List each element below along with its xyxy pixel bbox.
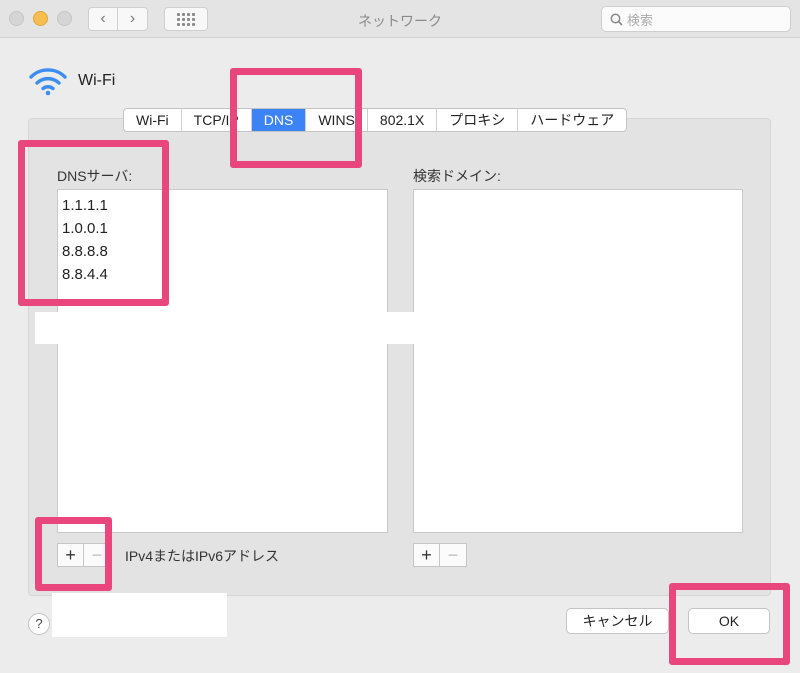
ok-button-highlight [669, 583, 790, 665]
interface-header: Wi-Fi [28, 66, 115, 96]
interface-name: Wi-Fi [78, 72, 116, 89]
dns-tab-highlight [230, 68, 362, 168]
tab-8021x[interactable]: 802.1X [368, 109, 438, 131]
search-domain-list[interactable] [413, 189, 743, 533]
search-domains-label: 検索ドメイン: [413, 168, 501, 184]
remove-search-domain-button[interactable]: − [440, 543, 467, 567]
add-button-highlight [35, 517, 112, 591]
address-hint: IPv4またはIPv6アドレス [125, 548, 280, 564]
redaction-box [52, 593, 227, 637]
search-field[interactable]: 検索 [601, 6, 791, 32]
title-bar: ‹ › ネットワーク 検索 [0, 0, 800, 38]
redaction-box [35, 312, 415, 344]
cancel-button[interactable]: キャンセル [566, 608, 669, 634]
tab-proxy[interactable]: プロキシ [437, 109, 519, 131]
tab-wifi[interactable]: Wi-Fi [124, 109, 182, 131]
add-search-domain-button[interactable]: + [413, 543, 440, 567]
network-preferences-window: ‹ › ネットワーク 検索 Wi-Fi Wi-Fi TCP/IP DNS WIN… [0, 0, 800, 673]
wifi-icon [29, 68, 67, 96]
help-button[interactable]: ? [28, 613, 50, 635]
tab-bar: Wi-Fi TCP/IP DNS WINS 802.1X プロキシ ハードウェア [123, 108, 628, 132]
search-icon [610, 13, 623, 26]
dns-servers-highlight [18, 140, 169, 306]
tab-hardware[interactable]: ハードウェア [518, 109, 626, 131]
search-placeholder: 検索 [627, 12, 654, 28]
